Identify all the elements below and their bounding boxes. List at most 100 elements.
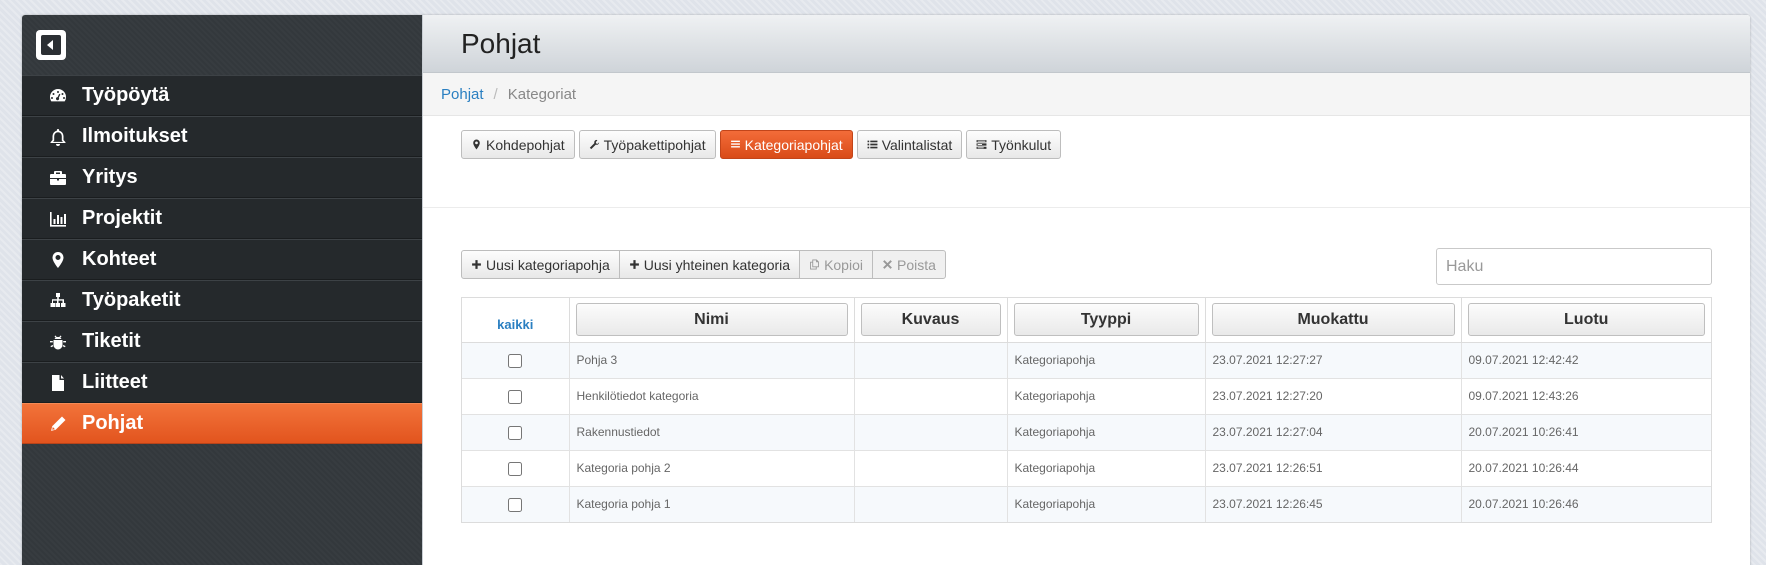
sidebar-item-ilmoitukset[interactable]: Ilmoitukset: [22, 116, 422, 157]
bar-chart-icon: [46, 208, 70, 230]
sidebar-item-kohteet[interactable]: Kohteet: [22, 239, 422, 280]
button-label: Kopioi: [824, 256, 863, 273]
sidebar-item-projektit[interactable]: Projektit: [22, 198, 422, 239]
sort-by-modified-button[interactable]: Muokattu: [1211, 303, 1455, 337]
cell-modified: 23.07.2021 12:27:20: [1205, 378, 1462, 415]
file-icon: [46, 372, 70, 394]
copy-button[interactable]: Kopioi: [799, 250, 873, 279]
action-button-group: Uusi kategoriapohja Uusi yhteinen katego…: [461, 250, 946, 279]
close-icon: [883, 260, 892, 269]
sidebar: Työpöytä Ilmoitukset Yritys Projektit Ko…: [22, 15, 422, 565]
row-checkbox[interactable]: [508, 354, 523, 368]
tab-tyonkulut[interactable]: Työnkulut: [966, 130, 1062, 159]
row-checkbox[interactable]: [508, 462, 523, 476]
tab-label: Kohdepohjat: [486, 136, 565, 153]
map-marker-icon: [473, 139, 480, 150]
list-icon: [867, 140, 878, 149]
row-checkbox[interactable]: [508, 426, 523, 440]
row-checkbox[interactable]: [508, 498, 523, 513]
tab-tyopakettipohjat[interactable]: Työpakettipohjat: [578, 130, 716, 159]
bell-icon: [46, 126, 70, 148]
tab-label: Valintalistat: [881, 136, 953, 153]
cell-description: [854, 414, 1008, 451]
tab-kategoriapohjat[interactable]: Kategoriapohjat: [719, 130, 853, 159]
table-row[interactable]: Pohja 3 Kategoriapohja 23.07.2021 12:27:…: [462, 342, 1711, 379]
column-header: Muokattu: [1205, 298, 1462, 343]
table-row[interactable]: Kategoria pohja 2 Kategoriapohja 23.07.2…: [462, 450, 1711, 487]
category-table-container: kaikki Nimi Kuvaus Tyyppi Muokattu Luotu…: [461, 297, 1712, 523]
cell-description: [854, 342, 1008, 379]
sidebar-nav: Työpöytä Ilmoitukset Yritys Projektit Ko…: [22, 75, 422, 444]
breadcrumb-current: Kategoriat: [507, 85, 577, 103]
sidebar-item-tyopaketit[interactable]: Työpaketit: [22, 280, 422, 321]
page-header: Pohjat: [423, 15, 1750, 73]
cell-modified: 23.07.2021 12:26:51: [1205, 450, 1462, 487]
sort-by-name-button[interactable]: Nimi: [575, 303, 848, 337]
select-all-link[interactable]: kaikki: [462, 298, 570, 343]
cell-type: Kategoriapohja: [1007, 450, 1206, 487]
table-row[interactable]: Henkilötiedot kategoria Kategoriapohja 2…: [462, 378, 1711, 415]
cell-created: 20.07.2021 10:26:41: [1461, 414, 1711, 451]
sidebar-item-tiketit[interactable]: Tiketit: [22, 321, 422, 362]
collapse-sidebar-button[interactable]: [36, 30, 66, 60]
cell-name: Pohja 3: [569, 342, 855, 379]
sidebar-item-yritys[interactable]: Yritys: [22, 157, 422, 198]
tab-label: Työnkulut: [991, 136, 1052, 153]
sidebar-item-label: Pohjat: [82, 412, 144, 434]
sidebar-item-label: Ilmoitukset: [82, 125, 188, 147]
briefcase-icon: [46, 167, 70, 189]
table-row[interactable]: Rakennustiedot Kategoriapohja 23.07.2021…: [462, 414, 1711, 451]
pencil-icon: [46, 413, 70, 435]
sidebar-item-label: Työpöytä: [82, 84, 170, 106]
sidebar-item-label: Kohteet: [82, 248, 157, 270]
caret-left-icon: [41, 35, 61, 55]
row-select-cell: [462, 486, 570, 522]
cell-created: 20.07.2021 10:26:46: [1461, 486, 1711, 522]
tab-kohdepohjat[interactable]: Kohdepohjat: [461, 130, 575, 159]
row-checkbox[interactable]: [508, 390, 523, 404]
new-shared-category-button[interactable]: Uusi yhteinen kategoria: [618, 250, 801, 279]
sort-by-created-button[interactable]: Luotu: [1467, 303, 1705, 337]
plus-icon: [629, 260, 639, 269]
breadcrumb-link-pohjat[interactable]: Pohjat: [441, 86, 484, 103]
table-row[interactable]: Kategoria pohja 1 Kategoriapohja 23.07.2…: [462, 486, 1711, 522]
delete-button[interactable]: Poista: [871, 250, 946, 279]
new-category-template-button[interactable]: Uusi kategoriapohja: [461, 250, 620, 279]
page-title: Pohjat: [461, 27, 541, 59]
cell-type: Kategoriapohja: [1007, 342, 1206, 379]
button-label: Uusi kategoriapohja: [486, 256, 610, 273]
column-header: Tyyppi: [1007, 298, 1206, 343]
sitemap-icon: [46, 290, 70, 312]
list-icon: [730, 140, 740, 148]
sidebar-item-label: Yritys: [82, 166, 138, 188]
category-table: kaikki Nimi Kuvaus Tyyppi Muokattu Luotu…: [462, 298, 1711, 522]
actions-toolbar: Uusi kategoriapohja Uusi yhteinen katego…: [423, 244, 1750, 285]
plus-icon: [472, 260, 481, 269]
row-select-cell: [462, 378, 570, 415]
sidebar-item-liitteet[interactable]: Liitteet: [22, 362, 422, 403]
column-header: Nimi: [569, 298, 855, 343]
column-header: Kuvaus: [854, 298, 1008, 343]
tab-label: Työpakettipohjat: [603, 136, 706, 153]
copy-icon: [810, 259, 819, 270]
tab-label: Kategoriapohjat: [744, 136, 843, 153]
row-select-cell: [462, 414, 570, 451]
cell-created: 09.07.2021 12:43:26: [1461, 378, 1711, 415]
bug-icon: [46, 331, 70, 353]
cell-modified: 23.07.2021 12:26:45: [1205, 486, 1462, 522]
search-input[interactable]: [1436, 248, 1712, 285]
cell-name: Kategoria pohja 1: [569, 486, 855, 522]
button-label: Uusi yhteinen kategoria: [643, 256, 791, 273]
sidebar-item-tyopoyta[interactable]: Työpöytä: [22, 75, 422, 116]
cell-description: [854, 378, 1008, 415]
sort-by-type-button[interactable]: Tyyppi: [1013, 303, 1199, 337]
sidebar-item-pohjat[interactable]: Pohjat: [22, 403, 422, 444]
table-header-row: kaikki Nimi Kuvaus Tyyppi Muokattu Luotu: [462, 298, 1711, 343]
tasks-icon: [976, 140, 987, 149]
sort-by-description-button[interactable]: Kuvaus: [860, 303, 1001, 337]
wrench-icon: [589, 139, 599, 150]
row-select-cell: [462, 450, 570, 487]
cell-description: [854, 450, 1008, 487]
sidebar-item-label: Liitteet: [82, 371, 148, 393]
tab-valintalistat[interactable]: Valintalistat: [856, 130, 963, 159]
